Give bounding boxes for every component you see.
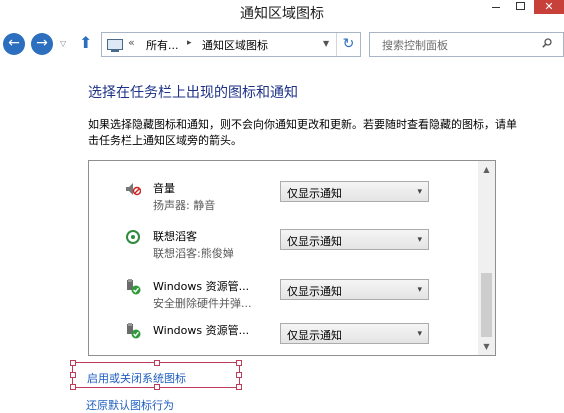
refresh-button[interactable]: ↻ xyxy=(336,33,360,56)
search-box[interactable]: 搜索控制面板 xyxy=(369,32,564,57)
page-description: 如果选择隐藏图标和通知，则不会向你通知更改和更新。若要随时查看隐藏的图标，请单击… xyxy=(88,118,517,147)
behavior-value: 仅显示通知 xyxy=(287,187,342,200)
behavior-select[interactable]: 仅显示通知 ▾ xyxy=(280,323,429,344)
behavior-select[interactable]: 仅显示通知 ▾ xyxy=(280,181,429,202)
forward-button[interactable]: → xyxy=(31,33,53,55)
breadcrumb-all-items[interactable]: 所有... xyxy=(146,37,179,53)
vertical-scrollbar[interactable]: ▲ ▼ xyxy=(478,161,495,355)
window-title: 通知区域图标 xyxy=(240,6,324,22)
search-input[interactable]: 搜索控制面板 xyxy=(382,37,448,53)
breadcrumb-notification-icons[interactable]: 通知区域图标 xyxy=(202,37,268,53)
chevron-down-icon: ▾ xyxy=(417,187,422,197)
list-item: Windows 资源管... 仅显示通知 ▾ xyxy=(89,317,479,355)
chevron-down-icon: ▾ xyxy=(417,285,422,295)
behavior-value: 仅显示通知 xyxy=(287,285,342,298)
back-button[interactable]: ← xyxy=(3,33,25,55)
page-title: 选择在任务栏上出现的图标和通知 xyxy=(88,85,298,101)
scroll-down-icon[interactable]: ▼ xyxy=(478,338,495,355)
behavior-select[interactable]: 仅显示通知 ▾ xyxy=(280,229,429,250)
speaker-muted-icon xyxy=(126,183,141,196)
system-icons-link[interactable]: 启用或关闭系统图标 xyxy=(87,370,186,386)
scroll-up-icon[interactable]: ▲ xyxy=(478,161,495,178)
recent-locations-button[interactable]: ▽ xyxy=(60,39,66,48)
item-description: 安全删除硬件并弹... xyxy=(153,297,252,310)
selection-handle xyxy=(70,372,76,378)
computer-icon xyxy=(107,39,123,52)
item-name: Windows 资源管... xyxy=(153,324,250,337)
notification-icon-list[interactable]: 音量 扬声器: 静音 仅显示通知 ▾ 联想滔客 联想滔客:熊俊婵 仅显示通知 ▾… xyxy=(88,160,496,356)
close-button[interactable]: ✕ xyxy=(534,0,564,14)
minimize-button[interactable] xyxy=(486,0,506,12)
item-name: 联想滔客 xyxy=(153,230,197,243)
selection-handle xyxy=(70,360,76,366)
breadcrumb-overflow[interactable]: « xyxy=(128,36,135,49)
selection-handle xyxy=(236,384,242,390)
list-item: 音量 扬声器: 静音 仅显示通知 ▾ xyxy=(89,175,479,221)
address-dropdown-icon[interactable]: ▼ xyxy=(323,39,329,48)
item-description: 联想滔客:熊俊婵 xyxy=(153,247,234,260)
list-item: Windows 资源管... 安全删除硬件并弹... 仅显示通知 ▾ xyxy=(89,273,479,319)
list-item: 联想滔客 联想滔客:熊俊婵 仅显示通知 ▾ xyxy=(89,223,479,269)
behavior-value: 仅显示通知 xyxy=(287,235,342,248)
address-bar[interactable]: « 所有... ▸ 通知区域图标 ▼ ↻ xyxy=(101,32,361,57)
maximize-button[interactable] xyxy=(510,0,530,12)
selection-handle xyxy=(236,360,242,366)
lenovo-chat-icon xyxy=(126,230,140,244)
behavior-value: 仅显示通知 xyxy=(287,329,342,342)
chevron-down-icon: ▾ xyxy=(417,329,422,339)
breadcrumb-separator-icon[interactable]: ▸ xyxy=(187,38,192,48)
usb-check-icon xyxy=(127,279,141,295)
selection-handle xyxy=(236,372,242,378)
navigation-bar: ← → ▽ ⬆ « 所有... ▸ 通知区域图标 ▼ ↻ 搜索控制面板 xyxy=(0,28,564,60)
selection-handle xyxy=(154,360,160,366)
item-description: 扬声器: 静音 xyxy=(153,199,216,212)
up-arrow-button[interactable]: ⬆ xyxy=(79,33,92,52)
restore-defaults-link[interactable]: 还原默认图标行为 xyxy=(86,397,174,413)
usb-check-icon xyxy=(127,323,141,339)
behavior-select[interactable]: 仅显示通知 ▾ xyxy=(280,279,429,300)
item-name: Windows 资源管... xyxy=(153,280,250,293)
item-name: 音量 xyxy=(153,182,175,195)
title-bar: 通知区域图标 ✕ xyxy=(0,0,564,26)
selection-handle xyxy=(70,384,76,390)
chevron-down-icon: ▾ xyxy=(417,235,422,245)
scroll-thumb[interactable] xyxy=(481,273,492,337)
search-icon[interactable] xyxy=(542,38,552,48)
system-icons-link-highlight: 启用或关闭系统图标 xyxy=(70,360,242,390)
